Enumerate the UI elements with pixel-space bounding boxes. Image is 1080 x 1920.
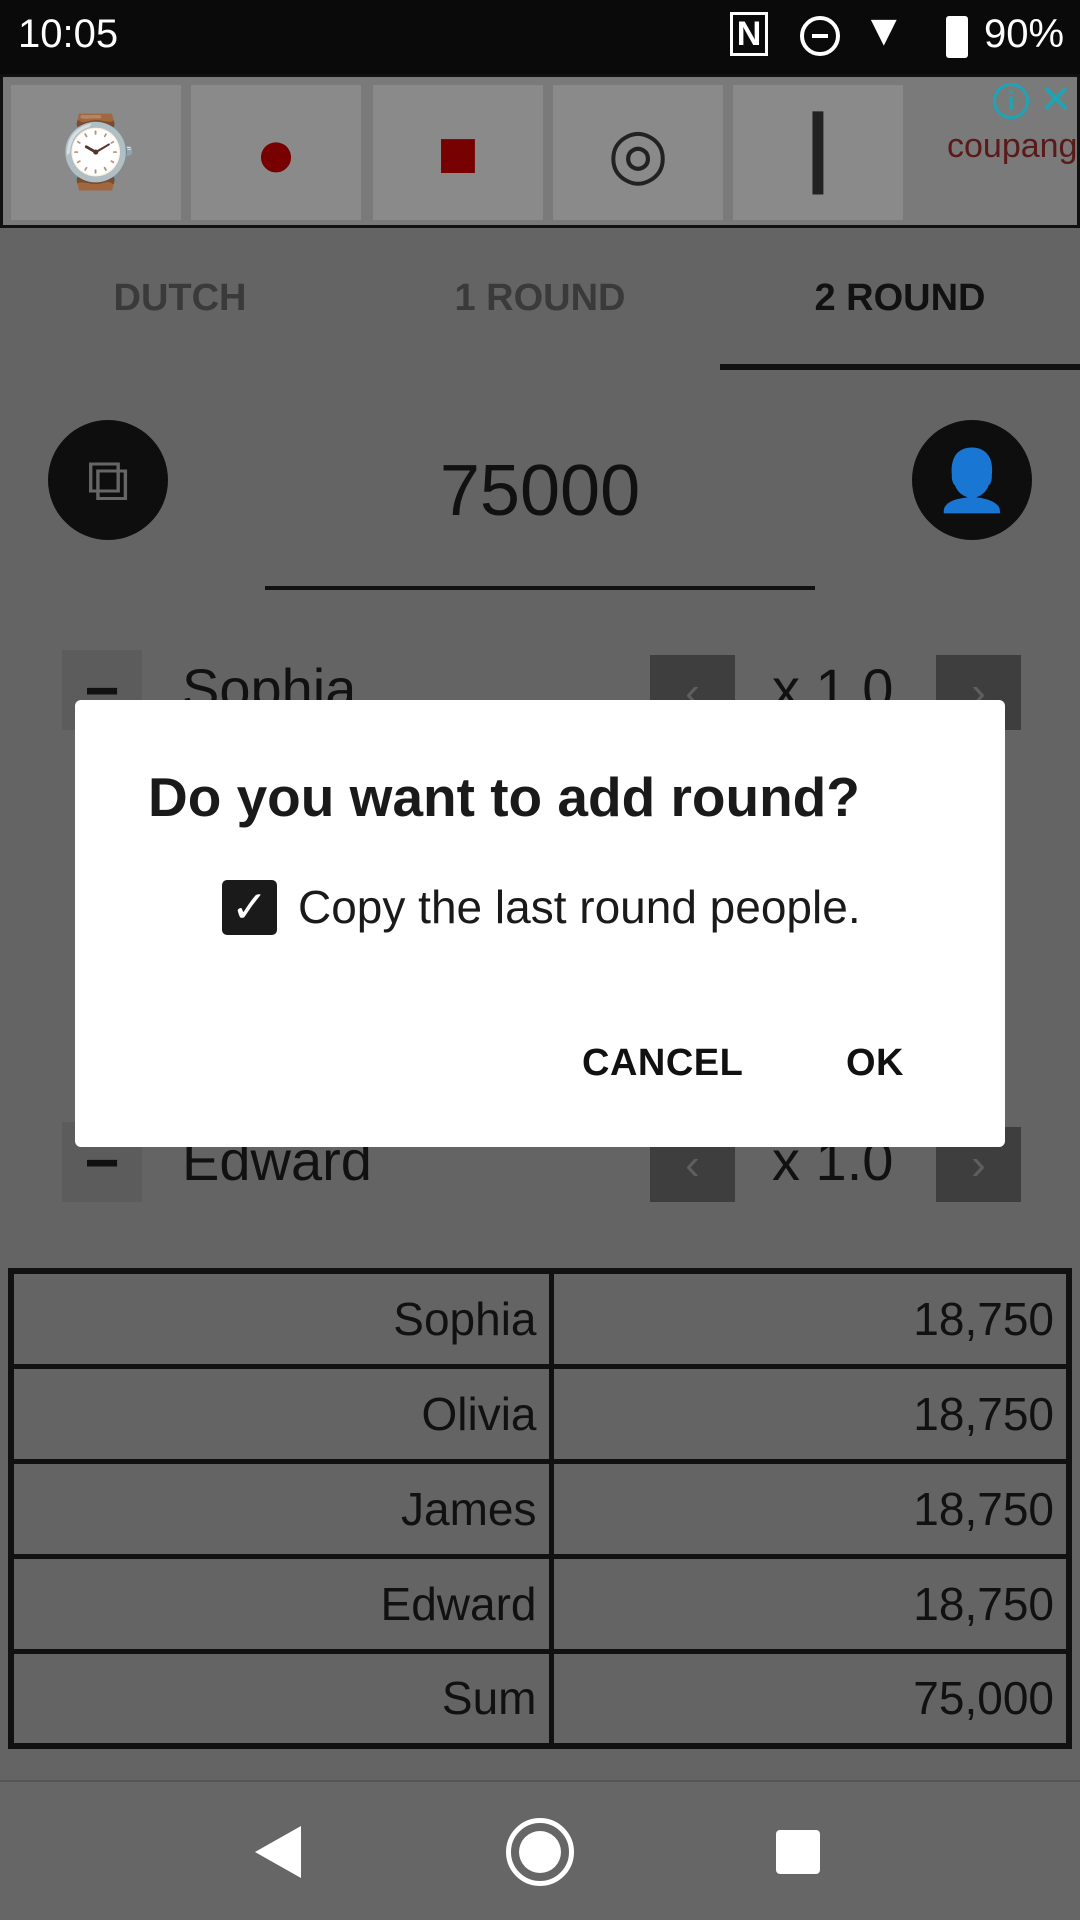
nfc-icon: N (730, 12, 768, 56)
cell-name: James (8, 1458, 554, 1559)
status-bar: 10:05 N ▼ 90% (0, 0, 1080, 74)
cell-name: Sum (8, 1648, 554, 1749)
amount-input[interactable]: 75000 (265, 450, 815, 532)
table-row: Sum 75,000 (8, 1648, 1072, 1749)
recents-icon[interactable] (776, 1830, 820, 1874)
tab-label: DUTCH (113, 276, 247, 319)
cell-value: 18,750 (548, 1268, 1072, 1369)
amount-underline (265, 586, 815, 590)
tab-dutch[interactable]: DUTCH (0, 228, 360, 368)
ad-product-watch[interactable]: ⌚ (11, 85, 181, 220)
add-person-button[interactable]: 👤 (912, 420, 1032, 540)
ad-product-wheel[interactable]: ◎ (553, 85, 723, 220)
table-row: Edward 18,750 (8, 1553, 1072, 1654)
table-row: Sophia 18,750 (8, 1268, 1072, 1369)
cell-value: 18,750 (548, 1458, 1072, 1559)
close-icon[interactable]: ✕ (1039, 77, 1073, 123)
ad-product-case-2[interactable]: ■ (373, 85, 543, 220)
cell-value: 75,000 (548, 1648, 1072, 1749)
tab-label: 2 ROUND (814, 276, 986, 319)
tab-label: 1 ROUND (454, 276, 626, 319)
battery-charging-icon (946, 16, 968, 58)
tab-2-round[interactable]: 2 ROUND (720, 228, 1080, 368)
library-add-icon: ⧉ (86, 446, 130, 513)
cell-value: 18,750 (548, 1363, 1072, 1464)
wifi-icon: ▼ (862, 6, 906, 55)
copy-people-checkbox[interactable]: ✓ (222, 880, 277, 935)
add-round-dialog: Do you want to add round? ✓ Copy the las… (75, 700, 1005, 1147)
checkbox-label[interactable]: Copy the last round people. (298, 880, 861, 935)
cell-name: Sophia (8, 1268, 554, 1369)
info-icon[interactable]: i (993, 83, 1029, 119)
cancel-button[interactable]: CANCEL (582, 1042, 743, 1085)
person-add-icon: 👤 (934, 446, 1010, 514)
home-icon[interactable] (506, 1818, 574, 1886)
table-row: James 18,750 (8, 1458, 1072, 1559)
tab-1-round[interactable]: 1 ROUND (360, 228, 720, 368)
split-table: Sophia 18,750 Olivia 18,750 James 18,750 Ed… (8, 1268, 1072, 1749)
dnd-icon (800, 16, 840, 56)
tab-indicator (720, 364, 1080, 370)
dialog-title: Do you want to add round? (148, 766, 860, 828)
cell-value: 18,750 (548, 1553, 1072, 1654)
add-round-button[interactable]: ⧉ (48, 420, 168, 540)
ad-product-case[interactable]: ● (191, 85, 361, 220)
checkmark-icon: ✓ (231, 883, 268, 932)
cell-name: Olivia (8, 1363, 554, 1464)
ad-banner[interactable]: ⌚ ● ■ ◎ ┃ i ✕ coupang (0, 74, 1080, 228)
ad-brand-logo: coupang (947, 127, 1078, 165)
back-icon[interactable] (255, 1826, 301, 1878)
battery-percent: 90% (984, 12, 1065, 56)
ok-button[interactable]: OK (846, 1042, 904, 1085)
cell-name: Edward (8, 1553, 554, 1654)
navigation-bar (0, 1780, 1080, 1920)
table-row: Olivia 18,750 (8, 1363, 1072, 1464)
clock: 10:05 (18, 12, 119, 56)
ad-product-cable[interactable]: ┃ (733, 85, 903, 220)
